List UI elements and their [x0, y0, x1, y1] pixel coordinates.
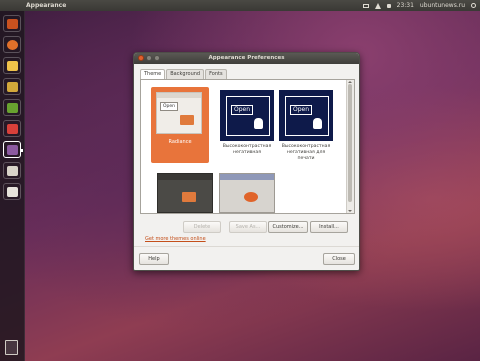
ubuntu-software-center-icon: [7, 124, 18, 134]
app-menu-title[interactable]: Appearance: [26, 0, 66, 11]
workspace-switcher-icon: [7, 187, 18, 197]
launcher-empathy[interactable]: [3, 78, 21, 95]
active-app-indicator: [21, 149, 23, 152]
gnome-foot-icon: [254, 118, 263, 129]
launcher-evolution[interactable]: [3, 57, 21, 74]
evolution-icon: [7, 61, 18, 71]
indicator-area: 23:31 ubuntunews.ru: [362, 0, 476, 11]
launcher: [0, 11, 25, 361]
theme-list[interactable]: Open Radiance Open Высококонтрастная нег…: [140, 79, 355, 214]
power-icon[interactable]: [471, 3, 476, 8]
tab-theme[interactable]: Theme: [140, 69, 166, 79]
customize-button[interactable]: Customize...: [268, 221, 308, 233]
launcher-files[interactable]: [3, 162, 21, 179]
launcher-software-center[interactable]: [3, 120, 21, 137]
dash-home-button[interactable]: [3, 15, 21, 32]
theme-item-radiance[interactable]: Open Radiance: [151, 87, 209, 163]
theme-name: Высококонтрастная негативная: [222, 144, 272, 155]
save-as-button[interactable]: Save As...: [229, 221, 267, 233]
preview-open-button: Open: [160, 102, 178, 111]
close-button[interactable]: Close: [323, 253, 355, 265]
top-panel: Appearance 23:31 ubuntunews.ru: [0, 0, 480, 11]
preview-open-button: Open: [231, 105, 254, 115]
shotwell-icon: [7, 103, 18, 113]
appearance-preferences-dialog: Appearance Preferences Theme Background …: [133, 52, 360, 271]
mail-icon[interactable]: [362, 3, 369, 8]
dialog-titlebar[interactable]: Appearance Preferences: [134, 53, 359, 64]
dash-home-icon: [7, 19, 18, 29]
user-menu[interactable]: ubuntunews.ru: [420, 0, 465, 11]
theme-name: Высококонтрастная негативная для печати: [281, 144, 331, 161]
ubuntu-logo-icon: [244, 192, 258, 202]
divider: [134, 246, 359, 247]
theme-name: Radiance: [168, 139, 192, 145]
folder-icon: [182, 192, 196, 202]
theme-list-scrollbar[interactable]: [346, 80, 354, 213]
theme-preview: Open: [219, 89, 275, 142]
scroll-up-icon[interactable]: [348, 81, 352, 83]
files-icon: [7, 166, 18, 176]
empathy-icon: [7, 82, 18, 92]
volume-icon[interactable]: [386, 3, 391, 8]
launcher-workspaces[interactable]: [3, 183, 21, 200]
appearance-icon: [7, 145, 18, 155]
scrollbar-thumb[interactable]: [348, 84, 352, 202]
theme-preview: Open: [278, 89, 334, 142]
launcher-firefox[interactable]: [3, 36, 21, 53]
tab-fonts[interactable]: Fonts: [205, 69, 227, 79]
theme-preview: Open: [156, 92, 202, 134]
dialog-title: Appearance Preferences: [208, 55, 285, 61]
trash-icon[interactable]: [5, 340, 18, 355]
theme-preview: [219, 173, 275, 213]
clock[interactable]: 23:31: [397, 0, 414, 11]
gnome-foot-icon: [313, 118, 322, 129]
launcher-appearance[interactable]: [3, 141, 23, 158]
scroll-down-icon[interactable]: [348, 210, 352, 212]
theme-preview: [157, 173, 213, 213]
preview-open-button: Open: [290, 105, 313, 115]
network-icon[interactable]: [374, 2, 381, 9]
install-button[interactable]: Install...: [310, 221, 348, 233]
tab-bar: Theme Background Fonts: [140, 69, 228, 79]
delete-button[interactable]: Delete: [183, 221, 221, 233]
launcher-shotwell[interactable]: [3, 99, 21, 116]
help-button[interactable]: Help: [139, 253, 169, 265]
folder-icon: [180, 115, 194, 125]
get-more-themes-link[interactable]: Get more themes online: [145, 236, 206, 242]
tab-background[interactable]: Background: [166, 69, 205, 79]
firefox-icon: [7, 40, 18, 50]
